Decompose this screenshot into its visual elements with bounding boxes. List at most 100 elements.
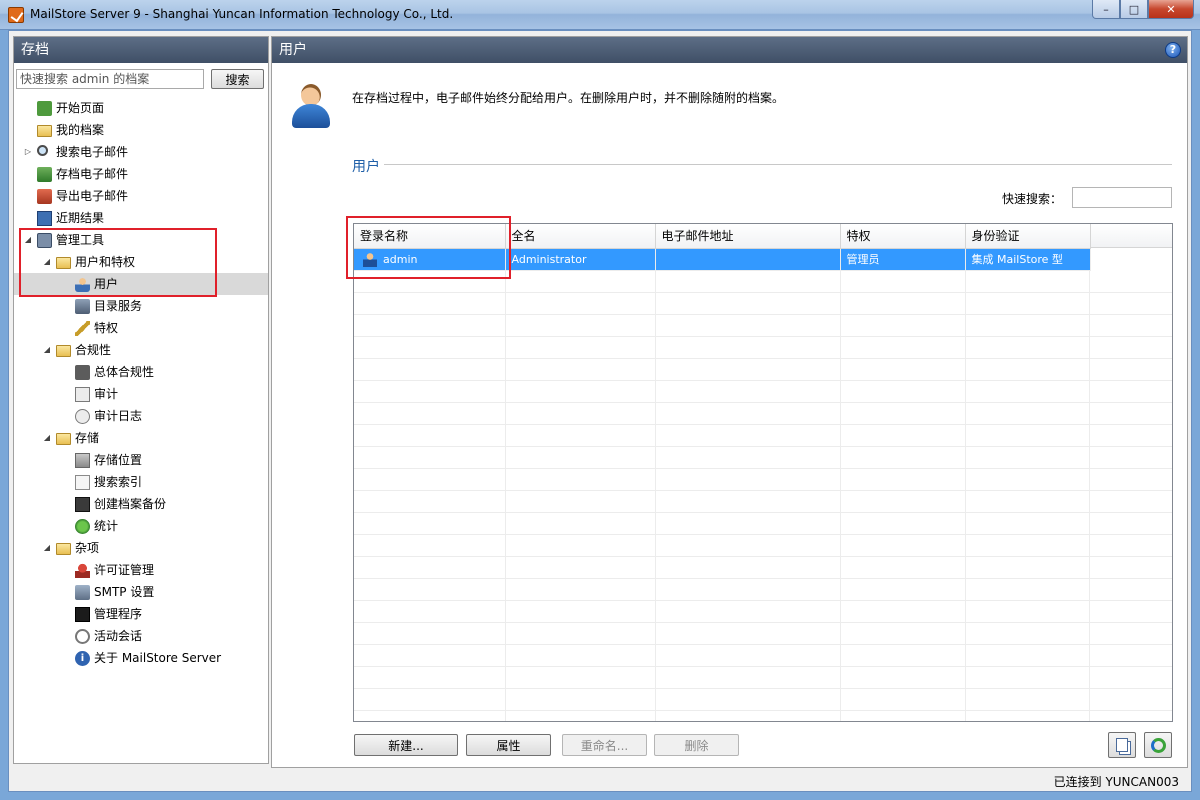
cell-fullname[interactable]: Administrator bbox=[505, 248, 656, 271]
search-icon bbox=[37, 145, 48, 156]
tree-item-label: 开始页面 bbox=[56, 101, 105, 115]
archive-panel: 存档 搜索 开始页面我的档案 ▷ 搜索电子邮件存档电子邮件导出电子邮件近期结果 ◢ 管理… bbox=[13, 36, 269, 764]
table-row[interactable]: admin Administrator 管理员 集成 MailStore 型 bbox=[354, 248, 1091, 271]
tree-item[interactable]: 我的档案 bbox=[14, 119, 268, 141]
tree-expander-icon[interactable]: ◢ bbox=[42, 537, 52, 559]
tree-item[interactable]: 活动会话 bbox=[14, 625, 268, 647]
user-icon bbox=[363, 251, 377, 267]
cell-email[interactable] bbox=[655, 248, 841, 271]
properties-button[interactable]: 属性 bbox=[466, 734, 551, 756]
tree-expander-icon[interactable]: ◢ bbox=[23, 229, 33, 251]
tree-expander-icon[interactable]: ◢ bbox=[42, 251, 52, 273]
tree-expander-icon[interactable]: ▷ bbox=[23, 141, 33, 163]
cell-login[interactable]: admin bbox=[354, 248, 506, 271]
tree-item[interactable]: 审计日志 bbox=[14, 405, 268, 427]
tree-item[interactable]: 管理程序 bbox=[14, 603, 268, 625]
table-header-row: 登录名称 全名 电子邮件地址 特权 身份验证 bbox=[354, 224, 1091, 249]
tree-item-label: 审计日志 bbox=[94, 409, 143, 423]
grid-column-line bbox=[1089, 271, 1090, 721]
users-panel-header: 用户 ? bbox=[272, 37, 1187, 63]
folder-icon bbox=[37, 125, 52, 137]
tree-item[interactable]: 创建档案备份 bbox=[14, 493, 268, 515]
tree-item[interactable]: 导出电子邮件 bbox=[14, 185, 268, 207]
tree-item[interactable]: ◢ 杂项 bbox=[14, 537, 268, 559]
tree-item[interactable]: 许可证管理 bbox=[14, 559, 268, 581]
search-index-icon bbox=[75, 475, 90, 490]
search-button[interactable]: 搜索 bbox=[211, 69, 264, 89]
user-avatar-icon bbox=[290, 82, 332, 130]
column-header-fullname[interactable]: 全名 bbox=[505, 224, 656, 249]
mailstore-app-icon bbox=[8, 7, 24, 23]
refresh-icon bbox=[1151, 738, 1166, 753]
tree-item[interactable]: 用户 bbox=[14, 273, 268, 295]
new-user-button[interactable]: 新建... bbox=[354, 734, 458, 756]
cell-privilege[interactable]: 管理员 bbox=[840, 248, 966, 271]
tree-item-label: 管理程序 bbox=[94, 607, 143, 621]
minimize-button[interactable]: – bbox=[1092, 0, 1120, 19]
copy-icon bbox=[1116, 738, 1128, 752]
column-header-auth[interactable]: 身份验证 bbox=[965, 224, 1091, 249]
user-icon bbox=[75, 277, 90, 292]
users-section-title: 用户 bbox=[352, 159, 380, 175]
table-header-filler bbox=[1090, 224, 1172, 248]
tree-item-label: 关于 MailStore Server bbox=[94, 651, 222, 665]
users-description: 在存档过程中，电子邮件始终分配给用户。在删除用户时，并不删除随附的档案。 bbox=[352, 91, 785, 105]
tree-item[interactable]: 开始页面 bbox=[14, 97, 268, 119]
tree-item[interactable]: ◢ 管理工具 bbox=[14, 229, 268, 251]
navigation-tree: 开始页面我的档案 ▷ 搜索电子邮件存档电子邮件 导出电子邮件近期结果 ◢ 管理工具 ◢ 用户和… bbox=[14, 97, 268, 669]
info-icon: i bbox=[75, 651, 90, 666]
tree-item[interactable]: 搜索索引 bbox=[14, 471, 268, 493]
tree-item[interactable]: 总体合规性 bbox=[14, 361, 268, 383]
window-client-area: 存档 搜索 开始页面我的档案 ▷ 搜索电子邮件存档电子邮件导出电子邮件近期结果 ◢ 管理… bbox=[8, 30, 1192, 792]
tree-item[interactable]: ◢ 用户和特权 bbox=[14, 251, 268, 273]
users-quick-search-input[interactable] bbox=[1072, 187, 1172, 208]
folder-icon bbox=[56, 345, 71, 357]
console-icon bbox=[75, 607, 90, 622]
help-icon[interactable]: ? bbox=[1165, 42, 1181, 58]
compliance-icon bbox=[75, 365, 90, 380]
smtp-icon bbox=[75, 585, 90, 600]
tree-item[interactable]: ▷ 搜索电子邮件 bbox=[14, 141, 268, 163]
tree-item[interactable]: i 关于 MailStore Server bbox=[14, 647, 268, 669]
tree-item[interactable]: ◢ 存储 bbox=[14, 427, 268, 449]
tree-expander-icon[interactable]: ◢ bbox=[42, 427, 52, 449]
admin-tools-icon bbox=[37, 233, 52, 248]
tree-item[interactable]: ◢ 合规性 bbox=[14, 339, 268, 361]
cell-auth[interactable]: 集成 MailStore 型 bbox=[965, 248, 1091, 271]
tree-item[interactable]: 统计 bbox=[14, 515, 268, 537]
grid-column-line bbox=[655, 271, 656, 721]
column-header-login[interactable]: 登录名称 bbox=[354, 224, 506, 249]
delete-button[interactable]: 删除 bbox=[654, 734, 739, 756]
quick-search-row: 搜索 bbox=[14, 63, 268, 93]
directory-services-icon bbox=[75, 299, 90, 314]
copy-button[interactable] bbox=[1108, 732, 1136, 758]
tree-item[interactable]: 目录服务 bbox=[14, 295, 268, 317]
recent-results-icon bbox=[37, 211, 52, 226]
tree-item-label: 导出电子邮件 bbox=[56, 189, 129, 203]
audit-log-icon bbox=[75, 409, 90, 424]
tree-item[interactable]: 存档电子邮件 bbox=[14, 163, 268, 185]
tree-item[interactable]: SMTP 设置 bbox=[14, 581, 268, 603]
column-header-privilege[interactable]: 特权 bbox=[840, 224, 966, 249]
window-controls: – □ ✕ bbox=[1092, 0, 1194, 19]
tree-item[interactable]: 存储位置 bbox=[14, 449, 268, 471]
folder-icon bbox=[56, 433, 71, 445]
tree-item-label: 活动会话 bbox=[94, 629, 143, 643]
rename-button[interactable]: 重命名... bbox=[562, 734, 647, 756]
tree-item[interactable]: 特权 bbox=[14, 317, 268, 339]
quick-search-label: 快速搜索： bbox=[1002, 192, 1063, 206]
grid-lines bbox=[354, 271, 1172, 721]
tree-item-label: 合规性 bbox=[75, 343, 112, 357]
tree-item[interactable]: 近期结果 bbox=[14, 207, 268, 229]
tree-item[interactable]: 审计 bbox=[14, 383, 268, 405]
refresh-button[interactable] bbox=[1144, 732, 1172, 758]
tree-item-label: 特权 bbox=[94, 321, 119, 335]
grid-column-line bbox=[840, 271, 841, 721]
tree-item-label: 存档电子邮件 bbox=[56, 167, 129, 181]
tree-expander-icon[interactable]: ◢ bbox=[42, 339, 52, 361]
close-button[interactable]: ✕ bbox=[1148, 0, 1194, 19]
column-header-email[interactable]: 电子邮件地址 bbox=[655, 224, 841, 249]
maximize-button[interactable]: □ bbox=[1120, 0, 1148, 19]
archive-search-input[interactable] bbox=[16, 69, 204, 89]
license-icon bbox=[75, 563, 90, 578]
